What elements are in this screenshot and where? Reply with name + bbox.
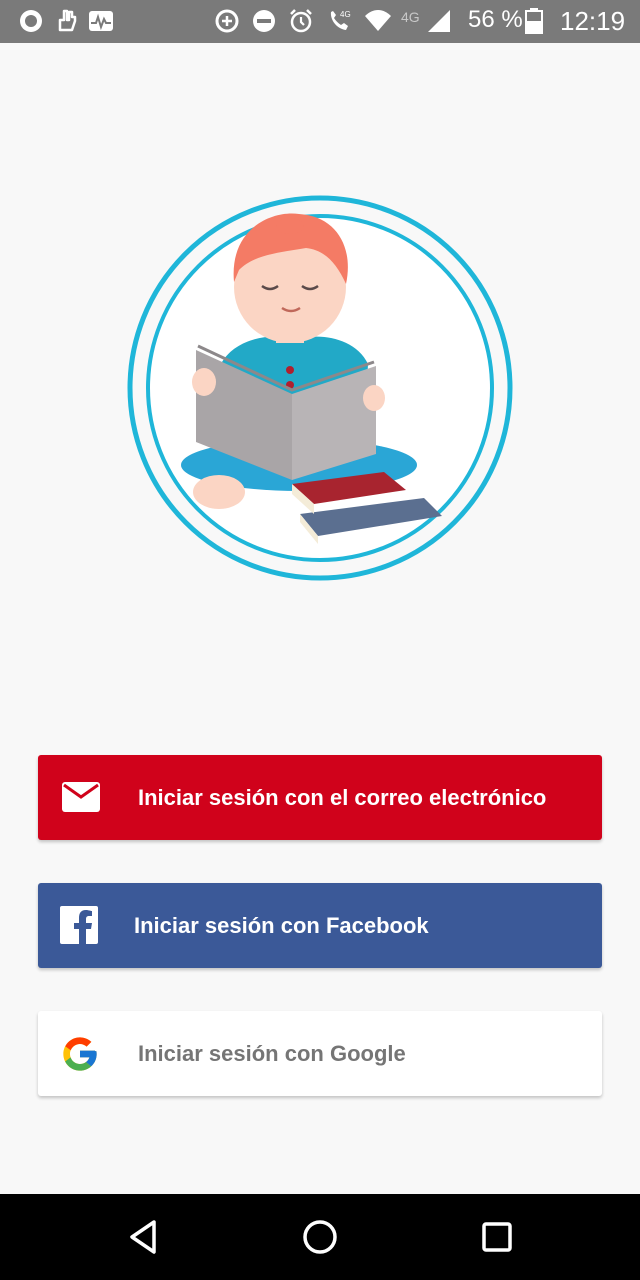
wifi-icon — [365, 10, 391, 31]
recents-icon[interactable] — [472, 1212, 522, 1262]
signal-4g-icon: 4G — [401, 9, 450, 32]
hand-icon — [58, 9, 77, 32]
facebook-icon — [60, 906, 98, 944]
navigation-bar — [0, 1194, 640, 1280]
network-label: 4G — [340, 10, 351, 19]
battery-icon — [525, 8, 543, 34]
facebook-login-label: Iniciar sesión con Facebook — [134, 913, 429, 938]
data-saver-icon — [215, 9, 239, 33]
email-login-label: Iniciar sesión con el correo electrónico — [138, 785, 547, 810]
email-login-button[interactable]: Iniciar sesión con el correo electrónico — [38, 755, 602, 840]
boy-reading-illustration — [127, 195, 513, 581]
google-icon — [63, 1037, 97, 1071]
home-icon[interactable] — [295, 1212, 345, 1262]
google-login-label: Iniciar sesión con Google — [138, 1041, 406, 1066]
mail-icon — [62, 782, 100, 812]
activity-icon — [89, 11, 113, 31]
google-login-button[interactable]: Iniciar sesión con Google — [38, 1011, 602, 1096]
svg-text:4G: 4G — [401, 9, 420, 25]
battery-percent: 56 % — [468, 6, 523, 33]
alarm-icon — [290, 9, 312, 33]
do-not-disturb-icon — [253, 10, 275, 32]
back-icon[interactable] — [118, 1212, 168, 1262]
volte-call-icon: 4G — [330, 10, 351, 30]
record-icon — [20, 10, 42, 32]
facebook-login-button[interactable]: Iniciar sesión con Facebook — [38, 883, 602, 968]
clock: 12:19 — [560, 6, 626, 36]
status-bar: 4G 4G 56 % 12:19 — [0, 0, 640, 43]
